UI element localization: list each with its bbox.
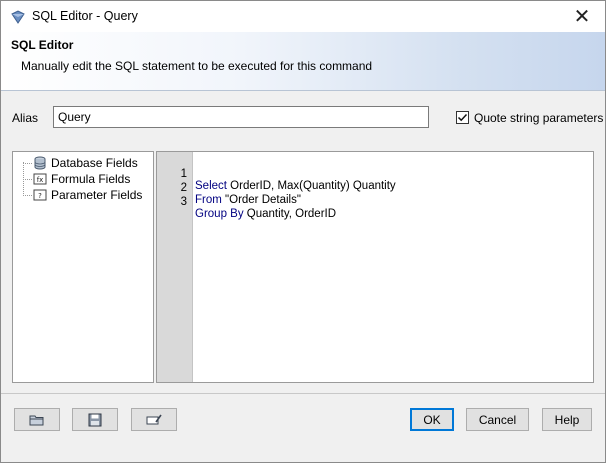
ok-button[interactable]: OK <box>410 408 454 431</box>
banner-title: SQL Editor <box>11 38 74 52</box>
window-title: SQL Editor - Query <box>32 9 138 23</box>
save-icon <box>88 413 102 426</box>
sql-keyword: Group By <box>195 208 244 220</box>
sql-editor-dialog: SQL Editor - Query ✕ SQL Editor Manually… <box>0 0 606 463</box>
tree-connector <box>23 163 32 164</box>
edit-icon <box>146 414 162 424</box>
close-button[interactable]: ✕ <box>559 1 605 32</box>
alias-label: Alias <box>12 111 39 125</box>
svg-text:?: ? <box>38 192 42 200</box>
open-folder-icon <box>29 415 44 425</box>
code-line[interactable]: 1 Select OrderID, Max(Quantity) Quantity <box>157 156 396 192</box>
alias-input[interactable] <box>53 106 429 128</box>
save-button[interactable] <box>72 408 118 431</box>
sql-code-editor[interactable]: 1 Select OrderID, Max(Quantity) Quantity… <box>156 151 594 383</box>
parameter-icon: ? <box>33 189 47 201</box>
quote-string-parameters-checkbox[interactable] <box>456 111 469 124</box>
banner-description: Manually edit the SQL statement to be ex… <box>21 59 373 73</box>
svg-text:fx: fx <box>37 176 44 184</box>
edit-button[interactable] <box>131 408 177 431</box>
tree-item-database-fields[interactable]: Database Fields <box>33 155 138 171</box>
tree-item-formula-fields[interactable]: fx Formula Fields <box>33 171 130 187</box>
code-text: From "Order Details" <box>195 194 301 206</box>
header-banner: SQL Editor Manually edit the SQL stateme… <box>1 32 605 91</box>
sql-text: "Order Details" <box>221 194 301 206</box>
help-button[interactable]: Help <box>542 408 592 431</box>
tree-connector <box>23 179 32 180</box>
formula-icon: fx <box>33 173 47 185</box>
tree-item-parameter-fields[interactable]: ? Parameter Fields <box>33 187 142 203</box>
footer-separator <box>1 393 605 394</box>
database-icon <box>34 156 46 170</box>
sql-text: OrderID, Max(Quantity) Quantity <box>226 180 396 192</box>
sql-keyword: Select <box>195 180 227 192</box>
close-icon: ✕ <box>573 6 591 28</box>
code-text: Group By Quantity, OrderID <box>195 208 336 220</box>
open-button[interactable] <box>14 408 60 431</box>
quote-string-parameters-label[interactable]: Quote string parameters <box>474 111 603 125</box>
tree-item-label: Parameter Fields <box>51 188 143 202</box>
field-tree: Database Fields fx Formula Fields ? Para… <box>12 151 154 383</box>
code-line[interactable]: 3 Group By Quantity, OrderID <box>157 184 336 220</box>
line-number: 3 <box>180 196 187 208</box>
app-icon <box>11 10 25 24</box>
checkmark-icon <box>457 113 468 122</box>
tree-item-label: Formula Fields <box>51 172 131 186</box>
sql-text: Quantity, OrderID <box>243 208 337 220</box>
code-text: Select OrderID, Max(Quantity) Quantity <box>195 180 396 192</box>
cancel-button[interactable]: Cancel <box>466 408 529 431</box>
code-line[interactable]: 2 From "Order Details" <box>157 170 301 206</box>
tree-connector <box>23 195 32 196</box>
tree-item-label: Database Fields <box>51 156 138 170</box>
sql-keyword: From <box>195 194 222 206</box>
title-bar: SQL Editor - Query ✕ <box>1 1 605 32</box>
